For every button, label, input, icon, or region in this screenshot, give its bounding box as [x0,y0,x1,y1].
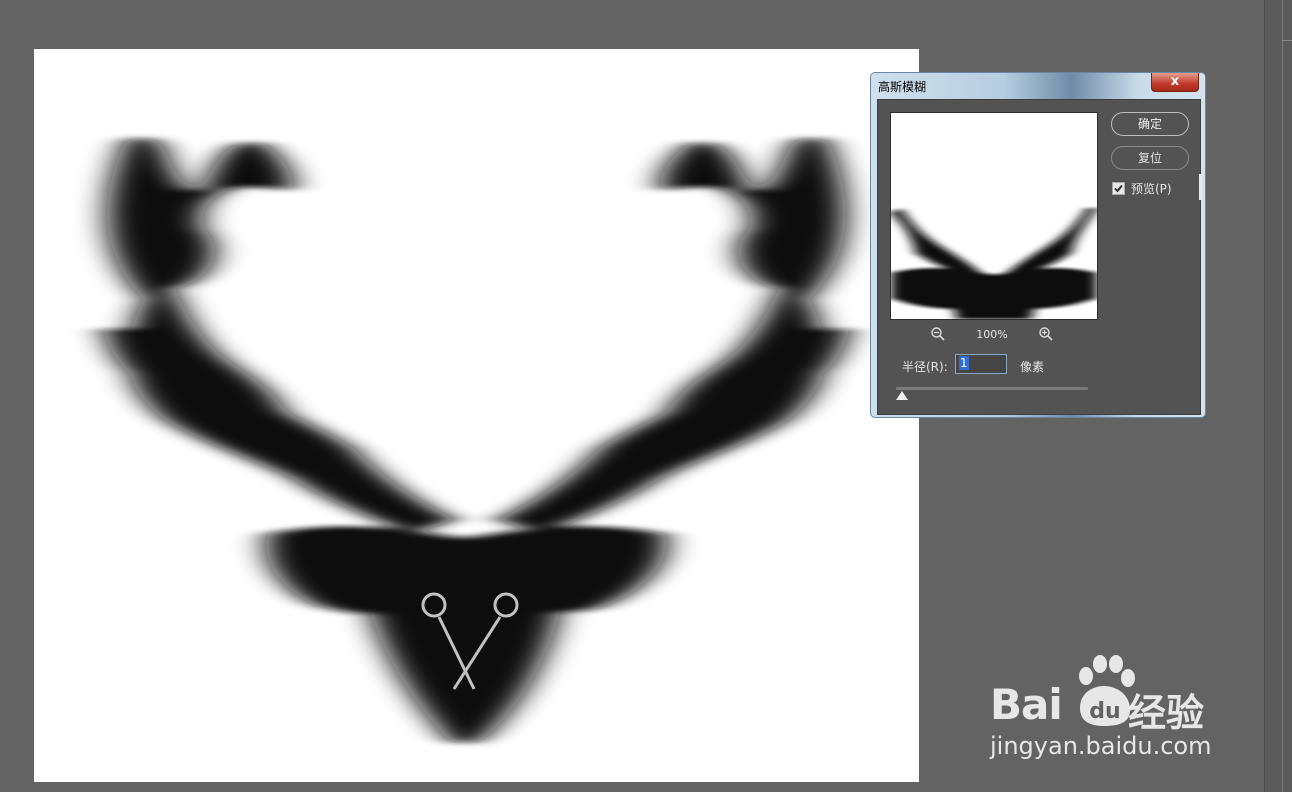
reset-button[interactable]: 复位 [1111,146,1189,170]
watermark-brand-latin: Bai [990,680,1063,729]
check-icon [1114,184,1123,193]
zoom-out-icon[interactable] [930,326,946,346]
dialog-title: 高斯模糊 [878,80,927,94]
watermark-brand-cn: 经验 [1128,691,1205,735]
panel-tick [1282,40,1292,41]
watermark-brand-du: du [1089,699,1120,724]
radius-input[interactable]: 1 [955,354,1007,374]
zoom-controls: 100% [890,326,1096,344]
ok-button[interactable]: 确定 [1111,112,1189,136]
close-button[interactable]: x [1151,73,1199,92]
radius-slider[interactable] [896,387,1088,390]
panel-edge [1264,0,1292,792]
radius-label: 半径(R): [902,360,948,374]
preview-label: 预览(P) [1131,182,1172,196]
zoom-level: 100% [976,328,1008,341]
watermark: Bai du 经验 jingyan.baidu.com [990,652,1230,772]
zoom-in-icon[interactable] [1038,326,1054,346]
paw-logo-icon: du [1079,655,1135,726]
close-icon: x [1170,74,1180,89]
radius-value: 1 [959,356,969,370]
watermark-url: jingyan.baidu.com [990,732,1212,760]
unit-label: 像素 [1020,360,1045,374]
document-canvas[interactable] [34,49,919,782]
radius-slider-thumb[interactable] [895,391,908,400]
panel-divider [1282,0,1283,792]
preview-window[interactable] [890,112,1098,320]
preview-thumbnail [891,208,1097,319]
deer-head-artwork [104,137,849,744]
gaussian-blur-dialog[interactable]: 高斯模糊 x 100% 半径(R): 1 像素 确定 复位 预览(P) [870,72,1206,418]
preview-checkbox[interactable] [1112,182,1125,195]
dialog-body: 100% 半径(R): 1 像素 确定 复位 预览(P) [877,99,1202,415]
dialog-scroll-marker [1199,174,1202,200]
